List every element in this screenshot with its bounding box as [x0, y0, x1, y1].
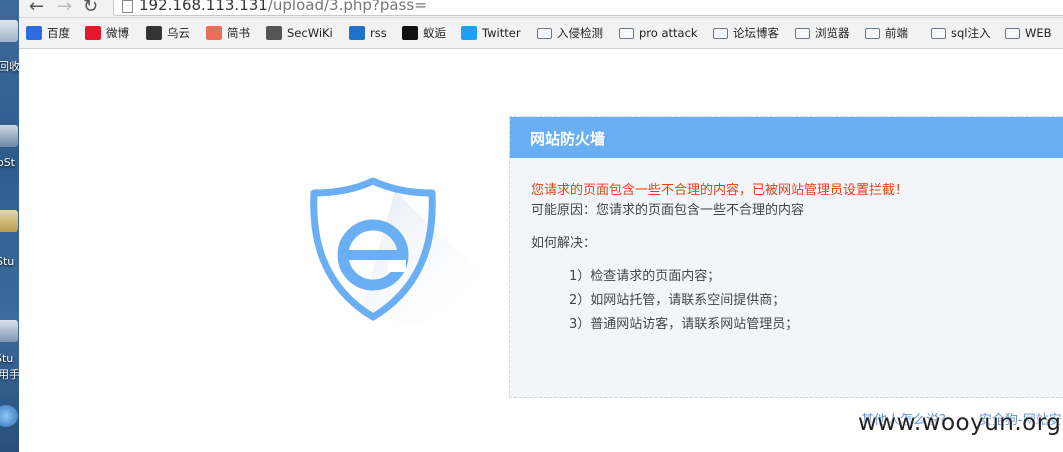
folder-icon: [931, 27, 946, 39]
bookmark-item[interactable]: 浏览器: [795, 25, 850, 41]
firewall-panel: 网站防火墙 您请求的页面包含一些不合理的内容，已被网站管理员设置拦截！ 可能原因…: [509, 116, 1063, 398]
folder-icon: [537, 27, 552, 39]
bookmark-label: 微博: [106, 26, 129, 40]
block-reason: 可能原因：您请求的页面包含一些不合理的内容: [531, 203, 805, 218]
bookmark-item[interactable]: rss: [349, 25, 387, 41]
url-path: /upload/3.php?pass=: [267, 0, 427, 14]
forward-arrow-icon[interactable]: →: [57, 0, 72, 17]
bookmark-item[interactable]: SecWiKi: [266, 25, 333, 41]
url-host: 192.168.113.131: [139, 0, 268, 14]
bookmark-item[interactable]: Twitter: [461, 25, 521, 41]
bookmark-label: rss: [370, 26, 387, 40]
recycle-bin-icon[interactable]: [0, 20, 18, 42]
bookmarks-bar: 百度 微博 乌云 简书 SecWiKi rss 蚁逅 Twitter 入侵检测 pro attac…: [19, 18, 1063, 49]
panel-title: 网站防火墙: [530, 130, 606, 148]
howto-heading: 如何解决：: [531, 236, 597, 251]
bookmark-item[interactable]: WEB: [1005, 25, 1052, 41]
app-icon[interactable]: [0, 125, 18, 147]
bookmark-item[interactable]: 简书: [206, 25, 250, 41]
app-icon[interactable]: [0, 210, 18, 232]
desktop-strip: 回收 mpSt Stu pStu 用手: [0, 0, 19, 452]
address-bar[interactable]: 192.168.113.131/upload/3.php?pass=: [113, 0, 1063, 16]
panel-header: 网站防火墙: [510, 117, 1063, 158]
bookmark-label: 论坛博客: [733, 26, 779, 40]
bookmark-item[interactable]: sql注入: [931, 25, 991, 41]
shield-logo-icon: [310, 177, 482, 325]
bookmark-icon: [349, 26, 365, 40]
folder-icon: [713, 27, 728, 39]
step-item: 3）普通网站访客，请联系网站管理员；: [569, 317, 799, 332]
desktop-label: 回收: [0, 60, 19, 73]
reload-icon[interactable]: ↻: [83, 0, 98, 17]
desktop-label: mpSt: [0, 156, 15, 169]
block-warning: 您请求的页面包含一些不合理的内容，已被网站管理员设置拦截！: [531, 183, 909, 198]
bookmark-item[interactable]: 微博: [85, 25, 129, 41]
weibo-icon: [85, 26, 101, 40]
bookmark-label: 入侵检测: [557, 26, 603, 40]
bookmark-label: 蚁逅: [423, 26, 446, 40]
folder-icon: [865, 27, 880, 39]
bookmark-item[interactable]: 乌云: [146, 25, 190, 41]
bookmark-item[interactable]: 百度: [26, 25, 70, 41]
jianshu-icon: [206, 26, 222, 40]
twitter-icon: [461, 26, 477, 40]
wikipedia-icon: [266, 26, 282, 40]
bookmark-label: 前端: [885, 26, 908, 40]
folder-icon: [795, 27, 810, 39]
step-item: 1）检查请求的页面内容；: [569, 269, 721, 284]
folder-icon: [1005, 27, 1020, 39]
ant-icon: [402, 26, 418, 40]
ie-icon[interactable]: [0, 405, 18, 427]
page-icon: [122, 0, 133, 13]
wooyun-icon: [146, 26, 162, 40]
bookmark-item[interactable]: pro attack: [619, 25, 698, 41]
bookmark-label: 乌云: [167, 26, 190, 40]
bookmark-label: Twitter: [482, 26, 521, 40]
bookmark-label: 浏览器: [815, 26, 850, 40]
app-icon[interactable]: [0, 320, 18, 342]
desktop-label: pStu: [0, 352, 14, 365]
bookmark-item[interactable]: 论坛博客: [713, 25, 779, 41]
bookmark-item[interactable]: 蚁逅: [402, 25, 446, 41]
url-text: 192.168.113.131/upload/3.php?pass=: [139, 0, 427, 14]
bookmark-label: 百度: [47, 26, 70, 40]
baidu-icon: [26, 26, 42, 40]
bookmark-label: pro attack: [639, 26, 698, 40]
browser-toolbar: ← → ↻ 192.168.113.131/upload/3.php?pass=: [19, 0, 1063, 18]
folder-icon: [619, 27, 634, 39]
bookmark-label: WEB: [1025, 26, 1052, 40]
desktop-label: 用手: [0, 368, 19, 381]
step-item: 2）如网站托管，请联系空间提供商；: [569, 293, 786, 308]
bookmark-item[interactable]: 前端: [865, 25, 908, 41]
desktop-label: Stu: [0, 255, 15, 268]
bookmark-label: sql注入: [951, 26, 991, 40]
bookmark-label: 简书: [227, 26, 250, 40]
bookmark-label: SecWiKi: [287, 26, 333, 40]
back-arrow-icon[interactable]: ←: [29, 0, 44, 17]
watermark-text: www.wooyun.org: [858, 410, 1062, 436]
bookmark-item[interactable]: 入侵检测: [537, 25, 603, 41]
